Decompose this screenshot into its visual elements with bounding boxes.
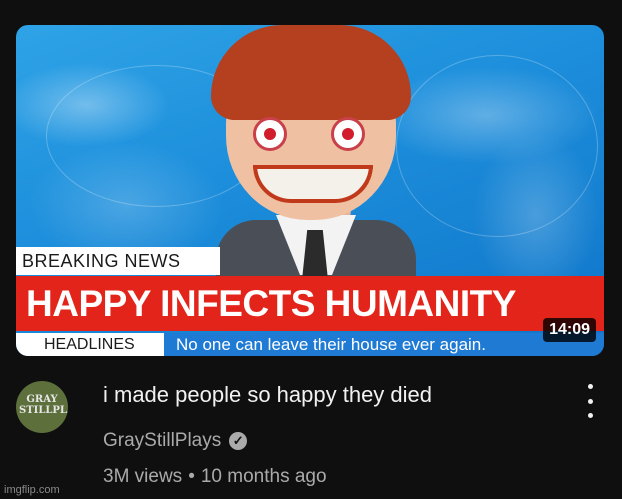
channel-row: GrayStillPlays ✓ (103, 430, 248, 452)
separator: • (188, 466, 195, 487)
view-count: 3M views (103, 466, 183, 487)
verified-icon: ✓ (229, 432, 248, 450)
upload-age: 10 months ago (200, 466, 327, 487)
headlines-tag: HEADLINES (16, 333, 164, 356)
headline-banner: HAPPY INFECTS HUMANITY (16, 276, 604, 331)
ticker-text: No one can leave their house ever again. (176, 335, 486, 354)
video-title[interactable]: i made people so happy they died (103, 382, 432, 408)
character-illustration (181, 25, 441, 300)
breaking-news-label: BREAKING NEWS (16, 247, 220, 275)
video-thumbnail[interactable]: BREAKING NEWS HAPPY INFECTS HUMANITY HEA… (16, 25, 604, 356)
avatar-logo-text: GRAY STILLPLAYS (19, 394, 68, 416)
channel-avatar[interactable]: GRAY STILLPLAYS (16, 381, 68, 433)
watermark: imgflip.com (4, 484, 60, 496)
duration-badge: 14:09 (543, 318, 596, 342)
more-vertical-icon[interactable] (582, 384, 598, 418)
video-stats: 3M views • 10 months ago (103, 466, 327, 488)
channel-name[interactable]: GrayStillPlays (103, 430, 221, 452)
